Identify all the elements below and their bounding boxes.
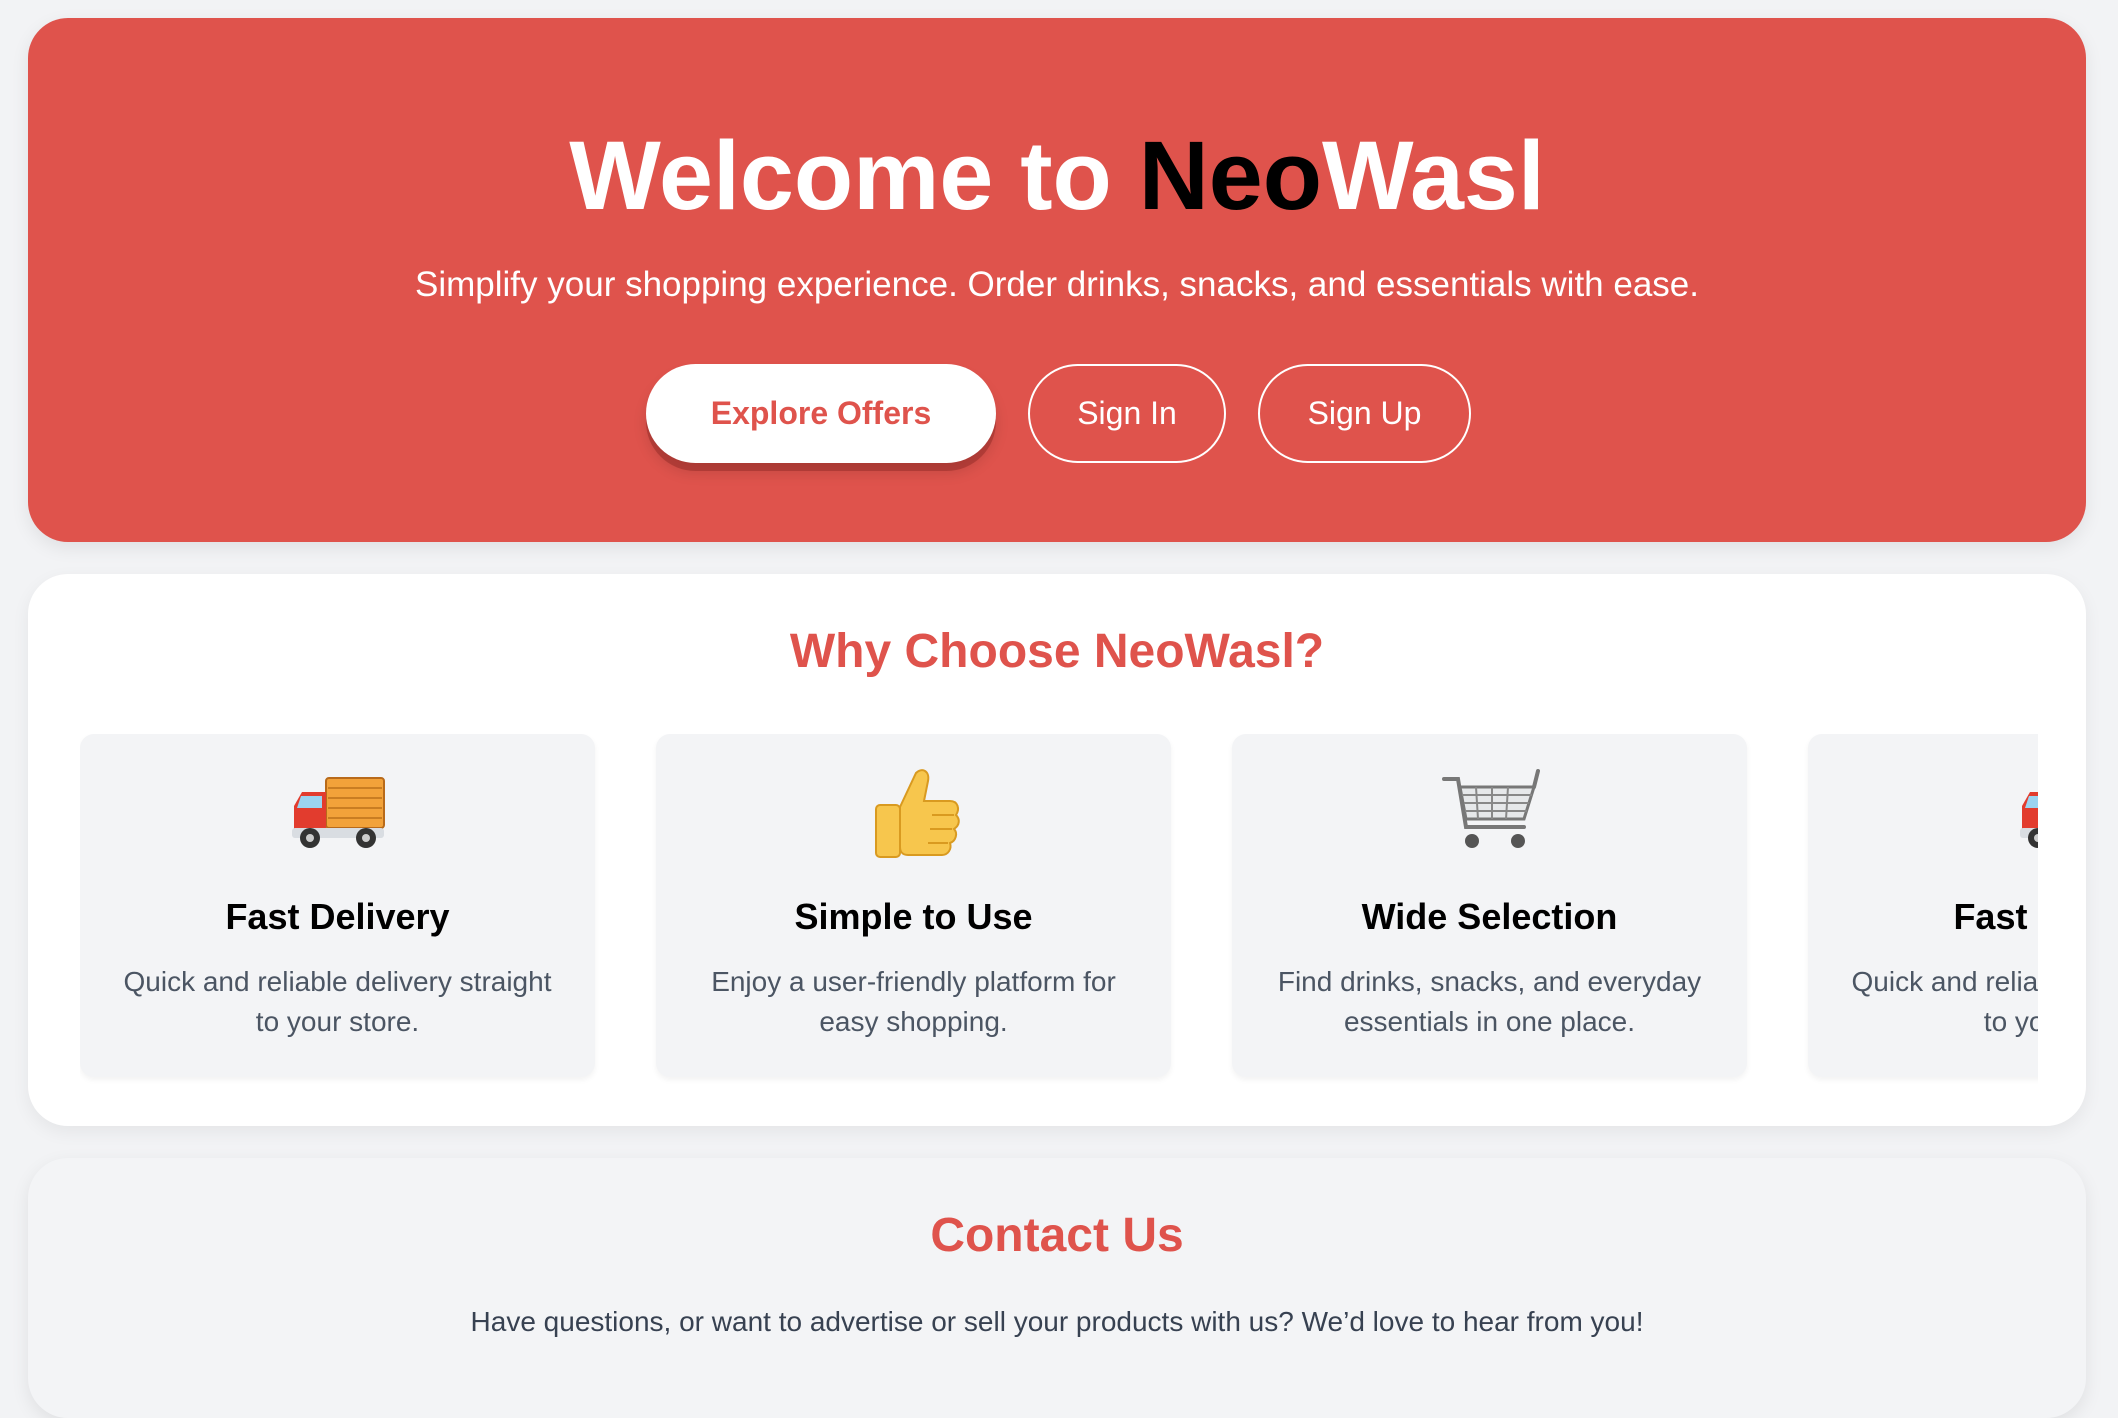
- features-section: Why Choose NeoWasl? Fast Delivery Quick …: [28, 574, 2086, 1126]
- hero-title-prefix: Welcome to: [569, 121, 1139, 230]
- feature-card-description: Quick and reliable delivery straight to …: [123, 966, 552, 1037]
- brand-name-neo: Neo: [1138, 121, 1322, 230]
- hero-title: Welcome to NeoWasl: [28, 118, 2086, 234]
- thumbs-up-icon: [656, 758, 1171, 868]
- feature-card-title: Simple to Use: [794, 896, 1033, 937]
- feature-card-simple-to-use: Simple to Use Enjoy a user-friendly plat…: [656, 734, 1171, 1077]
- feature-card-title: Wide Selection: [1361, 896, 1618, 937]
- features-title: Why Choose NeoWasl?: [789, 625, 1325, 678]
- contact-section: Contact Us Have questions, or want to ad…: [28, 1158, 2086, 1418]
- hero-actions: Explore Offers Sign In Sign Up: [28, 364, 2086, 463]
- delivery-truck-icon: [80, 758, 595, 868]
- hero-subtitle: Simplify your shopping experience. Order…: [415, 265, 1699, 304]
- explore-offers-button[interactable]: Explore Offers: [646, 364, 996, 463]
- feature-card-title: Fast Delivery: [1953, 896, 2038, 937]
- sign-in-button[interactable]: Sign In: [1028, 364, 1226, 463]
- feature-card-fast-delivery: Fast Delivery Quick and reliable deliver…: [80, 734, 595, 1077]
- shopping-cart-icon: [1232, 758, 1747, 868]
- hero-section: Welcome to NeoWasl Simplify your shoppin…: [28, 18, 2086, 542]
- feature-card-wide-selection: Wide Selection Find drinks, snacks, and …: [1232, 734, 1747, 1077]
- feature-card-title: Fast Delivery: [225, 896, 450, 937]
- sign-up-button[interactable]: Sign Up: [1258, 364, 1471, 463]
- features-track: Fast Delivery Quick and reliable deliver…: [80, 734, 2038, 1094]
- feature-card-description: Quick and reliable delivery straight to …: [1851, 966, 2039, 1037]
- delivery-truck-icon: [1808, 758, 2038, 868]
- brand-name-wasl: Wasl: [1322, 121, 1545, 230]
- contact-title: Contact Us: [930, 1209, 1184, 1262]
- features-carousel[interactable]: Fast Delivery Quick and reliable deliver…: [80, 734, 2038, 1094]
- contact-text: Have questions, or want to advertise or …: [470, 1306, 1644, 1337]
- feature-card-description: Find drinks, snacks, and everyday essent…: [1277, 966, 1702, 1037]
- feature-card-fast-delivery-repeat: Fast Delivery Quick and reliable deliver…: [1808, 734, 2038, 1077]
- feature-card-description: Enjoy a user-friendly platform for easy …: [711, 966, 1116, 1037]
